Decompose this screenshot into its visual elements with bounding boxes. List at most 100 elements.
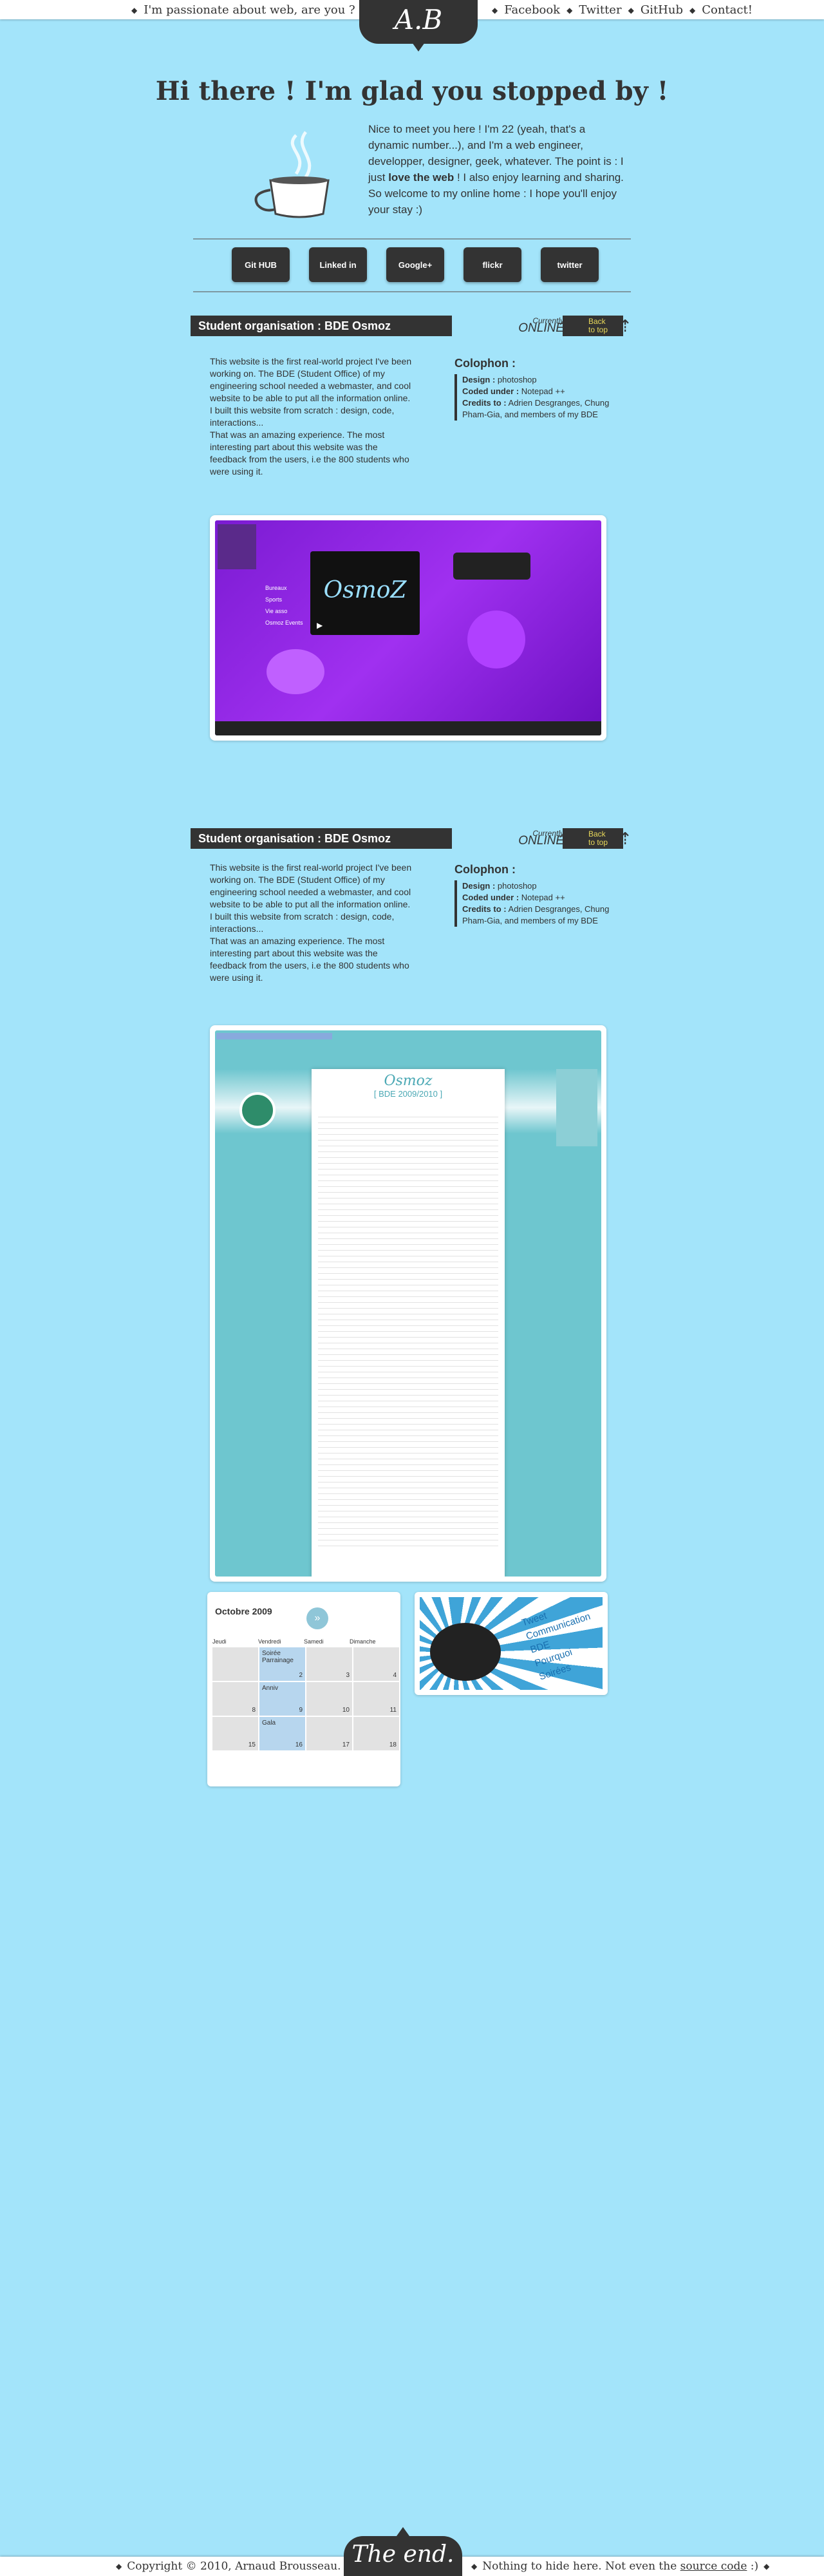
calendar-event: Soirée Parrainage	[262, 1650, 294, 1664]
calendar-day-number: 16	[295, 1741, 303, 1748]
decor-circle	[467, 611, 525, 668]
menu-item: Bureaux	[265, 585, 287, 591]
copyright: Copyright © 2010, Arnaud Brousseau.	[127, 2560, 341, 2573]
twitter-icon: twitter	[557, 260, 583, 270]
menu-item: Osmoz Events	[265, 620, 303, 626]
project-screenshot[interactable]: Osmoz [ BDE 2009/2010 ]	[210, 1025, 606, 1582]
calendar-cell[interactable]: 11	[353, 1682, 399, 1716]
calendar-cell[interactable]: Anniv 9	[259, 1682, 305, 1716]
colophon-list: Design : photoshop Coded under : Notepad…	[454, 880, 615, 927]
play-icon: ▶	[317, 621, 323, 630]
calendar-day-number: 8	[252, 1707, 256, 1714]
calendar-cell[interactable]: 3	[306, 1647, 352, 1681]
mascot-image	[218, 524, 256, 569]
facebook-link[interactable]: Facebook	[504, 3, 560, 17]
calendar-widget: Octobre 2009 » Jeudi Vendredi Samedi Dim…	[207, 1592, 400, 1786]
code-label: Coded under :	[462, 386, 520, 396]
social-links: Git HUB Linked in Google+ flickr twitter	[232, 247, 599, 282]
logo-tab[interactable]: A.B	[359, 0, 478, 52]
calendar-cell[interactable]: 17	[306, 1717, 352, 1750]
linkedin-button[interactable]: Linked in	[309, 247, 367, 282]
calendar-cell[interactable]: 10	[306, 1682, 352, 1716]
next-month-button[interactable]: »	[306, 1607, 328, 1629]
flickr-icon: flickr	[482, 260, 503, 270]
end-tab: The end.	[344, 2527, 462, 2576]
calendar-cell[interactable]: 8	[212, 1682, 258, 1716]
project-description: This website is the first real-world pro…	[210, 862, 412, 983]
project-screenshot[interactable]: OsmoZ ▶ Bureaux Sports Vie asso Osmoz Ev…	[210, 515, 606, 741]
page-title: Hi there ! I'm glad you stopped by !	[155, 76, 669, 106]
divider	[193, 291, 631, 292]
footer-note-end: :)	[747, 2560, 759, 2573]
status-badge: Currently ONLINE	[506, 829, 564, 847]
video-player: OsmoZ ▶	[310, 551, 420, 635]
calendar-title: Octobre 2009	[215, 1606, 272, 1616]
copyright-group: ◆ Copyright © 2010, Arnaud Brousseau. ◆	[116, 2560, 352, 2573]
top-nav: ◆ Facebook ◆ Twitter ◆ GitHub ◆ Contact!	[492, 3, 753, 17]
credits-label: Credits to :	[462, 904, 507, 914]
calendar-cell[interactable]: 15	[212, 1717, 258, 1750]
project-title: Student organisation : BDE Osmoz	[191, 316, 452, 336]
separator-icon: ◆	[131, 5, 138, 15]
design-label: Design :	[462, 881, 496, 891]
promo-image[interactable]: Tweet Communication BDE Pourquoi Soirées	[415, 1592, 608, 1695]
day-label: Vendredi	[258, 1638, 281, 1645]
colophon-list: Design : photoshop Coded under : Notepad…	[454, 374, 615, 421]
calendar-day-number: 11	[389, 1707, 397, 1714]
calendar-cell[interactable]: Soirée Parrainage 2	[259, 1647, 305, 1681]
code-label: Coded under :	[462, 893, 520, 902]
blog-posts	[318, 1112, 498, 1549]
github-icon: Git HUB	[245, 260, 277, 270]
googleplus-button[interactable]: Google+	[386, 247, 444, 282]
separator-icon: ◆	[471, 2562, 478, 2571]
calendar-day-number: 3	[346, 1672, 350, 1679]
promo-text: Tweet Communication BDE Pourquoi Soirées	[520, 1596, 606, 1685]
calendar-day-number: 10	[342, 1707, 350, 1714]
day-label: Samedi	[304, 1638, 324, 1645]
content-column: Osmoz [ BDE 2009/2010 ]	[312, 1069, 505, 1577]
decor-circle	[267, 649, 324, 694]
flickr-button[interactable]: flickr	[464, 247, 521, 282]
code-value: Notepad ++	[521, 893, 565, 902]
design-value: photoshop	[497, 881, 537, 891]
colophon: Colophon : Design : photoshop Coded unde…	[454, 863, 615, 927]
project-header: Student organisation : BDE Osmoz Current…	[191, 316, 635, 336]
calendar-day-number: 17	[342, 1741, 350, 1748]
separator-icon: ◆	[116, 2562, 122, 2571]
news-box	[453, 553, 530, 580]
side-menu	[556, 1069, 597, 1146]
contact-link[interactable]: Contact!	[702, 3, 753, 17]
back-to-top-button[interactable]: Back to top ⇡	[563, 828, 632, 849]
back-to-top-button[interactable]: Back to top ⇡	[563, 316, 632, 336]
calendar-day-number: 15	[248, 1741, 256, 1748]
calendar-header: Jeudi Vendredi Samedi Dimanche	[212, 1638, 395, 1645]
code-value: Notepad ++	[521, 386, 565, 396]
calendar-cell[interactable]: 18	[353, 1717, 399, 1750]
logo: A.B	[394, 4, 443, 35]
back-label-2: to top	[588, 325, 608, 334]
calendar-cell[interactable]	[212, 1647, 258, 1681]
osmoz-teal-screenshot: Osmoz [ BDE 2009/2010 ]	[215, 1030, 601, 1577]
colophon-title: Colophon :	[454, 863, 516, 876]
twitter-link[interactable]: Twitter	[579, 3, 621, 17]
calendar-cell[interactable]: 4	[353, 1647, 399, 1681]
project-description: This website is the first real-world pro…	[210, 356, 412, 477]
calendar-cell[interactable]: Gala 16	[259, 1717, 305, 1750]
github-button[interactable]: Git HUB	[232, 247, 290, 282]
arrow-up-icon: ⇡	[618, 316, 632, 336]
separator-icon: ◆	[492, 5, 498, 15]
separator-icon: ◆	[763, 2562, 770, 2571]
twitter-button[interactable]: twitter	[541, 247, 599, 282]
project-title: Student organisation : BDE Osmoz	[191, 828, 452, 849]
status-badge: Currently ONLINE	[506, 317, 564, 334]
github-link[interactable]: GitHub	[641, 3, 683, 17]
yin-yang-icon	[239, 1092, 276, 1128]
footer-note: ◆ Nothing to hide here. Not even the sou…	[471, 2560, 769, 2573]
calendar-day-number: 18	[389, 1741, 397, 1748]
people-photo	[430, 1623, 501, 1681]
menu-item: Sports	[265, 596, 283, 603]
calendar-event: Gala	[262, 1719, 276, 1727]
end-label: The end.	[351, 2541, 454, 2568]
colophon-title: Colophon :	[454, 357, 516, 370]
source-code-link[interactable]: source code	[680, 2560, 747, 2573]
